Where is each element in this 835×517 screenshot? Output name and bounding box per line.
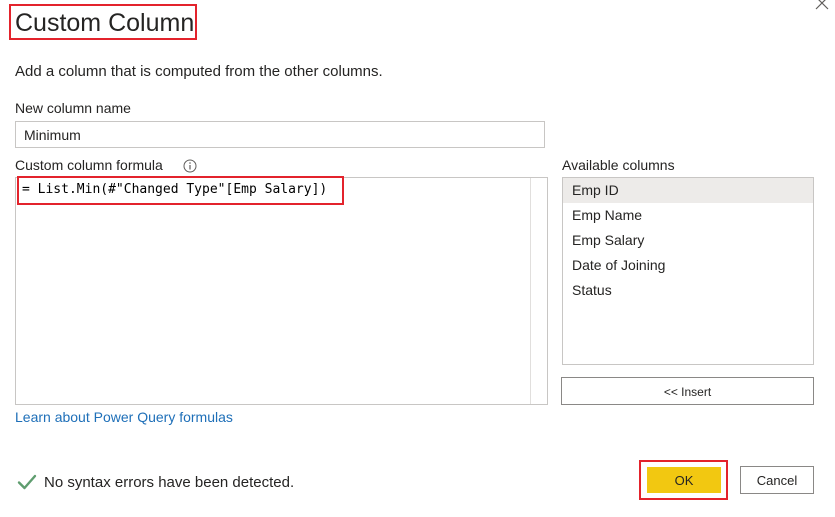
cancel-button[interactable]: Cancel bbox=[740, 466, 814, 494]
custom-formula-label: Custom column formula bbox=[15, 157, 163, 173]
ok-button[interactable]: OK bbox=[647, 467, 721, 493]
new-column-name-label: New column name bbox=[15, 100, 131, 116]
info-icon[interactable] bbox=[183, 159, 197, 173]
dialog-subtitle: Add a column that is computed from the o… bbox=[15, 63, 383, 80]
formula-scrollbar-divider bbox=[530, 178, 531, 404]
column-item-emp-id[interactable]: Emp ID bbox=[563, 178, 813, 203]
formula-text: = List.Min(#"Changed Type"[Emp Salary]) bbox=[22, 182, 328, 197]
column-item-emp-name[interactable]: Emp Name bbox=[563, 203, 813, 228]
custom-formula-editor[interactable] bbox=[15, 177, 548, 405]
close-icon[interactable] bbox=[815, 0, 829, 10]
syntax-status-text: No syntax errors have been detected. bbox=[44, 474, 295, 491]
column-item-date-of-joining[interactable]: Date of Joining bbox=[563, 253, 813, 278]
dialog-title: Custom Column bbox=[15, 9, 195, 37]
checkmark-icon bbox=[17, 474, 37, 490]
available-columns-list[interactable]: Emp ID Emp Name Emp Salary Date of Joini… bbox=[562, 177, 814, 365]
insert-button[interactable]: << Insert bbox=[561, 377, 814, 405]
custom-column-dialog: Custom Column Add a column that is compu… bbox=[0, 0, 835, 517]
column-item-status[interactable]: Status bbox=[563, 278, 813, 303]
new-column-name-input[interactable] bbox=[15, 121, 545, 148]
learn-power-query-link[interactable]: Learn about Power Query formulas bbox=[15, 409, 233, 426]
column-item-emp-salary[interactable]: Emp Salary bbox=[563, 228, 813, 253]
available-columns-label: Available columns bbox=[562, 157, 675, 173]
